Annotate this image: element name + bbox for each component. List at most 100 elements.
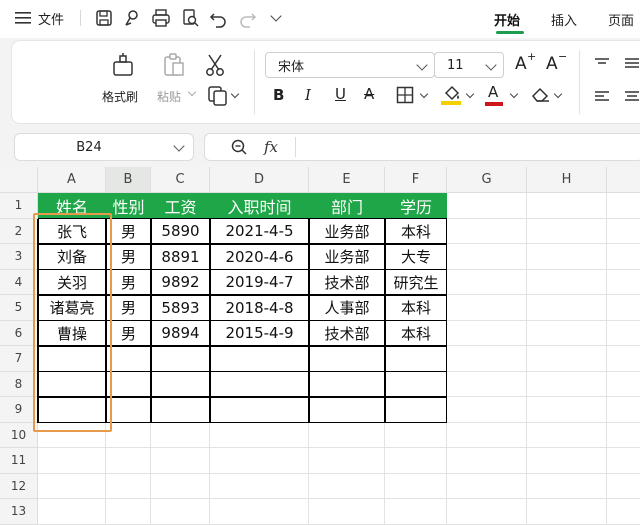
table-cell[interactable]: 男: [106, 321, 151, 347]
column-header-h[interactable]: H: [527, 167, 607, 193]
table-cell[interactable]: 技术部: [309, 270, 385, 296]
column-a-highlight: [33, 213, 112, 432]
align-center-icon[interactable]: [624, 90, 640, 102]
hamburger-icon[interactable]: [14, 9, 32, 27]
column-header-c[interactable]: C: [151, 167, 210, 193]
gridline: [38, 472, 640, 474]
header-cell[interactable]: 工资: [151, 193, 210, 219]
fx-icon[interactable]: fx: [264, 138, 278, 156]
underline-button[interactable]: U: [335, 85, 346, 103]
align-middle-icon[interactable]: [624, 57, 640, 69]
table-cell[interactable]: 本科: [385, 295, 447, 321]
table-cell[interactable]: 业务部: [309, 219, 385, 245]
eraser-icon[interactable]: [531, 85, 551, 103]
paste-label[interactable]: 粘贴: [157, 88, 181, 105]
font-color-swatch: [485, 102, 503, 106]
table-cell[interactable]: 大专: [385, 244, 447, 270]
row-header-13[interactable]: 13: [0, 499, 38, 525]
align-top-icon[interactable]: [594, 57, 610, 69]
table-cell[interactable]: 男: [106, 219, 151, 245]
align-left-icon[interactable]: [594, 90, 610, 102]
table-cell[interactable]: 本科: [385, 219, 447, 245]
column-header-d[interactable]: D: [210, 167, 309, 193]
font-size-select[interactable]: 11: [434, 52, 504, 78]
header-cell[interactable]: 学历: [385, 193, 447, 219]
gridline: [526, 193, 527, 525]
strikethrough-button[interactable]: A: [364, 85, 374, 103]
font-size-value: 11: [447, 57, 464, 73]
chevron-down-icon: [416, 59, 428, 71]
scissors-icon[interactable]: [204, 53, 226, 77]
table-cell[interactable]: 2021-4-5: [210, 219, 309, 245]
table-cell[interactable]: 9894: [151, 321, 210, 347]
menu-bar: 文件 开始 插入 页面: [0, 0, 640, 38]
decrease-font-icon[interactable]: A −: [546, 50, 567, 74]
menu-divider: [80, 10, 81, 26]
tab-insert[interactable]: 插入: [551, 9, 577, 29]
table-cell[interactable]: 男: [106, 244, 151, 270]
table-cell[interactable]: 男: [106, 270, 151, 296]
print-preview-icon[interactable]: [180, 8, 200, 28]
chevron-down-icon[interactable]: [173, 140, 185, 152]
share-icon[interactable]: [122, 8, 142, 28]
format-painter-label[interactable]: 格式刷: [102, 88, 138, 105]
table-cell[interactable]: 2020-4-6: [210, 244, 309, 270]
header-cell[interactable]: 性别: [106, 193, 151, 219]
column-header-b[interactable]: B: [106, 167, 151, 193]
file-menu[interactable]: 文件: [38, 8, 64, 28]
table-cell[interactable]: 5893: [151, 295, 210, 321]
paste-icon[interactable]: [161, 52, 187, 78]
column-header-g[interactable]: G: [447, 167, 527, 193]
table-cell[interactable]: 2015-4-9: [210, 321, 309, 347]
table-cell[interactable]: 5890: [151, 219, 210, 245]
font-name-select[interactable]: 宋体: [265, 52, 435, 78]
increase-font-icon[interactable]: A +: [515, 50, 536, 74]
undo-icon[interactable]: [208, 8, 228, 28]
select-all-corner[interactable]: [0, 167, 38, 193]
borders-icon[interactable]: [396, 86, 414, 104]
save-icon[interactable]: [94, 8, 114, 28]
name-box-value: B24: [76, 139, 102, 155]
table-cell[interactable]: 2018-4-8: [210, 295, 309, 321]
tab-home[interactable]: 开始: [494, 9, 520, 29]
row-header-12[interactable]: 12: [0, 473, 38, 499]
column-header-filler: [607, 167, 640, 193]
table-cell[interactable]: 本科: [385, 321, 447, 347]
table-cell[interactable]: 男: [106, 295, 151, 321]
active-tab-indicator: [496, 31, 524, 34]
italic-button[interactable]: I: [305, 86, 311, 104]
print-icon[interactable]: [151, 8, 171, 28]
gridline: [606, 193, 607, 525]
ribbon-divider: [579, 50, 580, 114]
table-cell[interactable]: 人事部: [309, 295, 385, 321]
gridline: [38, 523, 640, 525]
fill-color-swatch: [441, 101, 461, 105]
font-color-icon[interactable]: A: [485, 83, 503, 106]
format-painter-icon[interactable]: [110, 52, 136, 78]
table-cell[interactable]: 技术部: [309, 321, 385, 347]
gridline: [38, 447, 640, 448]
redo-icon[interactable]: [238, 8, 258, 28]
table-cell[interactable]: 研究生: [385, 270, 447, 296]
column-header-a[interactable]: A: [38, 167, 106, 193]
table-cell[interactable]: 8891: [151, 244, 210, 270]
row-header-11[interactable]: 11: [0, 448, 38, 474]
fill-color-icon[interactable]: [441, 84, 462, 105]
column-header-e[interactable]: E: [309, 167, 385, 193]
ribbon-divider: [254, 50, 255, 114]
chevron-down-icon: [485, 59, 497, 71]
column-header-f[interactable]: F: [385, 167, 447, 193]
zoom-icon[interactable]: [230, 138, 248, 156]
copy-icon[interactable]: [207, 85, 229, 107]
bold-button[interactable]: B: [273, 86, 284, 104]
table-cell[interactable]: 业务部: [309, 244, 385, 270]
name-box[interactable]: B24: [14, 133, 194, 161]
tab-page[interactable]: 页面: [608, 9, 634, 29]
font-name-value: 宋体: [278, 59, 305, 75]
formula-divider: [295, 137, 296, 157]
gridline: [38, 498, 640, 499]
table-cell[interactable]: 9892: [151, 270, 210, 296]
header-cell[interactable]: 部门: [309, 193, 385, 219]
table-cell[interactable]: 2019-4-7: [210, 270, 309, 296]
header-cell[interactable]: 入职时间: [210, 193, 309, 219]
